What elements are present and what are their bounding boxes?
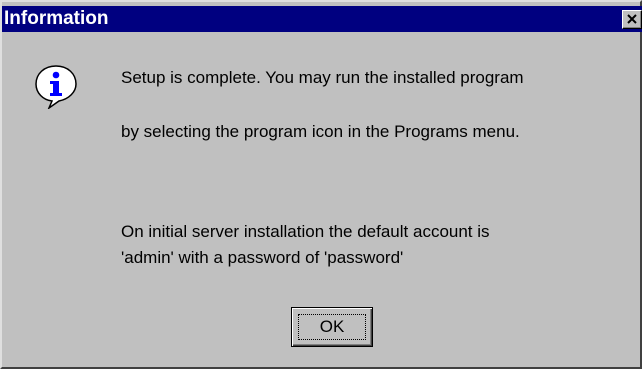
ok-button[interactable]: OK bbox=[291, 307, 373, 347]
ok-button-label: OK bbox=[298, 314, 366, 340]
title-bar[interactable]: Information bbox=[2, 6, 642, 32]
information-dialog: Information Setup is complete. You may r… bbox=[0, 0, 642, 369]
close-icon bbox=[627, 14, 637, 24]
information-icon bbox=[35, 65, 77, 109]
dialog-title: Information bbox=[4, 8, 109, 29]
close-button[interactable] bbox=[622, 10, 642, 29]
message-line-1: Setup is complete. You may run the insta… bbox=[121, 68, 524, 87]
account-info-line-1: On initial server installation the defau… bbox=[121, 222, 490, 241]
account-info-line-2: 'admin' with a password of 'password' bbox=[121, 248, 404, 267]
message-line-2: by selecting the program icon in the Pro… bbox=[121, 122, 520, 141]
